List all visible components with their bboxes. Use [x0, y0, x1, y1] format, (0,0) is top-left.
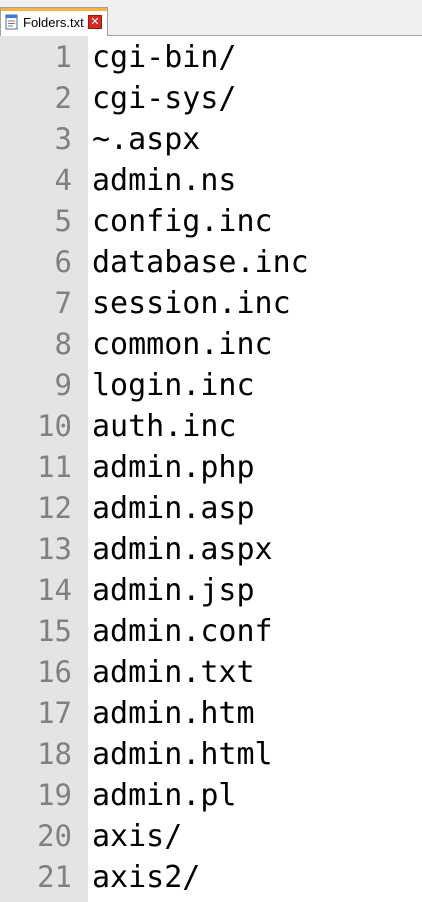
- line-number: 6: [54, 245, 72, 279]
- editor-line[interactable]: 18 admin.html: [0, 734, 422, 775]
- editor-line[interactable]: 10 auth.inc: [0, 406, 422, 447]
- line-text[interactable]: admin.pl: [92, 775, 237, 816]
- editor-line[interactable]: 5 config.inc: [0, 201, 422, 242]
- line-text[interactable]: axis2/: [92, 857, 200, 898]
- line-number: 16: [37, 655, 72, 689]
- line-number: 17: [37, 696, 72, 730]
- line-text[interactable]: admin.php: [92, 447, 255, 488]
- line-number: 15: [37, 614, 72, 648]
- line-text[interactable]: admin.conf: [92, 611, 273, 652]
- line-text[interactable]: admin.htm: [92, 693, 255, 734]
- line-text[interactable]: common.inc: [92, 324, 273, 365]
- line-text[interactable]: login.inc: [92, 365, 255, 406]
- line-number: 2: [54, 81, 72, 115]
- line-number: 21: [37, 860, 72, 894]
- line-number: 13: [37, 532, 72, 566]
- line-text[interactable]: admin.txt: [92, 652, 255, 693]
- line-text[interactable]: ~.aspx: [92, 119, 200, 160]
- line-number: 20: [37, 819, 72, 853]
- text-editor[interactable]: 1 cgi-bin/2 cgi-sys/3 ~.aspx 4 admin.ns 5 confi…: [0, 36, 422, 902]
- editor-line[interactable]: 11 admin.php: [0, 447, 422, 488]
- line-number: 7: [54, 286, 72, 320]
- line-text[interactable]: admin.jsp: [92, 570, 255, 611]
- line-text[interactable]: admin.ns: [92, 160, 237, 201]
- editor-line[interactable]: 8 common.inc: [0, 324, 422, 365]
- line-text[interactable]: session.inc: [92, 283, 291, 324]
- close-tab-icon[interactable]: ✕: [88, 15, 102, 29]
- editor-line[interactable]: 20 axis/: [0, 816, 422, 857]
- line-number: 1: [54, 40, 72, 74]
- active-tab-indicator: [1, 8, 107, 11]
- editor-line[interactable]: 16 admin.txt: [0, 652, 422, 693]
- line-number: 5: [54, 204, 72, 238]
- tab-folders-txt[interactable]: Folders.txt ✕: [0, 7, 108, 36]
- line-text[interactable]: admin.html: [92, 734, 273, 775]
- line-number: 9: [54, 368, 72, 402]
- line-number: 12: [37, 491, 72, 525]
- line-number: 10: [37, 409, 72, 443]
- editor-line[interactable]: 17 admin.htm: [0, 693, 422, 734]
- line-text[interactable]: auth.inc: [92, 406, 237, 447]
- line-number: 11: [37, 450, 72, 484]
- editor-line[interactable]: 21 axis2/: [0, 857, 422, 898]
- editor-line[interactable]: 1 cgi-bin/: [0, 37, 422, 78]
- line-number: 18: [37, 737, 72, 771]
- tab-label: Folders.txt: [23, 14, 84, 30]
- editor-line[interactable]: 6 database.inc: [0, 242, 422, 283]
- editor-line[interactable]: 15 admin.conf: [0, 611, 422, 652]
- line-text[interactable]: cgi-bin/: [92, 37, 237, 78]
- line-number: 14: [37, 573, 72, 607]
- editor-line[interactable]: 12 admin.asp: [0, 488, 422, 529]
- line-text[interactable]: admin.aspx: [92, 529, 273, 570]
- editor-line[interactable]: 19 admin.pl: [0, 775, 422, 816]
- line-text[interactable]: config.inc: [92, 201, 273, 242]
- tab-bar: Folders.txt ✕: [0, 0, 422, 36]
- line-text[interactable]: admin.asp: [92, 488, 255, 529]
- line-number: 19: [37, 778, 72, 812]
- editor-line[interactable]: 7 session.inc: [0, 283, 422, 324]
- line-text[interactable]: axis/: [92, 816, 182, 857]
- editor-line[interactable]: 3 ~.aspx: [0, 119, 422, 160]
- editor-line[interactable]: 2 cgi-sys/: [0, 78, 422, 119]
- line-text[interactable]: database.inc: [92, 242, 309, 283]
- editor-line[interactable]: 13 admin.aspx: [0, 529, 422, 570]
- line-number: 8: [54, 327, 72, 361]
- line-number: 4: [54, 163, 72, 197]
- editor-line[interactable]: 14 admin.jsp: [0, 570, 422, 611]
- editor-line[interactable]: 4 admin.ns: [0, 160, 422, 201]
- editor-line[interactable]: 9 login.inc: [0, 365, 422, 406]
- line-number: 3: [54, 122, 72, 156]
- text-file-icon: [4, 14, 20, 30]
- line-text[interactable]: cgi-sys/: [92, 78, 237, 119]
